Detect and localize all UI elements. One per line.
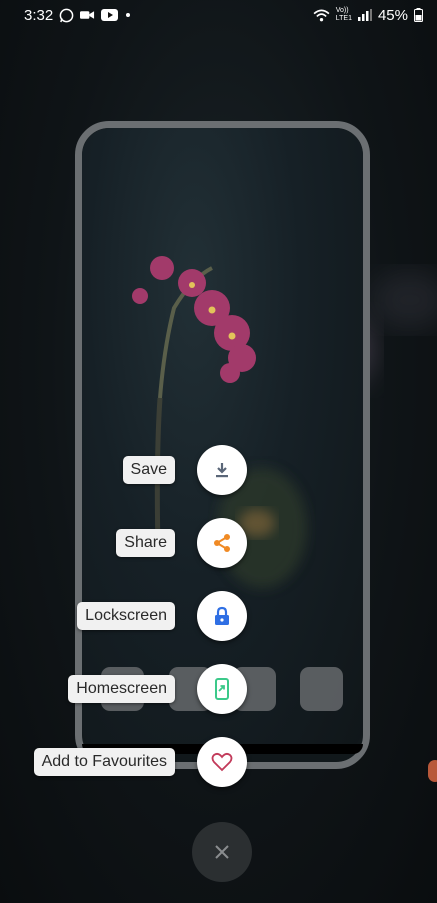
share-icon [214,534,230,552]
orchid-wallpaper-image [132,256,307,588]
add-to-favourites-button[interactable] [197,737,247,787]
homescreen-icon [215,678,229,700]
lockscreen-action-row: Lockscreen [0,590,437,642]
close-icon [215,845,229,859]
share-button[interactable] [197,518,247,568]
save-label[interactable]: Save [122,456,175,484]
edge-panel-handle[interactable] [428,760,437,782]
add-to-favourites-label[interactable]: Add to Favourites [33,748,175,776]
homescreen-label[interactable]: Homescreen [68,675,175,703]
close-menu-button[interactable] [192,822,252,882]
share-label[interactable]: Share [116,529,175,557]
save-action-row: Save [0,444,437,496]
download-icon [216,463,228,478]
phone-side-button [365,245,369,305]
share-action-row: Share [0,517,437,569]
homescreen-button[interactable] [197,664,247,714]
homescreen-action-row: Homescreen [0,663,437,715]
lock-icon [215,606,229,625]
lockscreen-button[interactable] [197,591,247,641]
heart-icon [211,752,233,772]
save-button[interactable] [197,445,247,495]
favourites-action-row: Add to Favourites [0,736,437,788]
wallpaper-preview-screen [82,128,363,754]
lockscreen-label[interactable]: Lockscreen [77,602,175,630]
